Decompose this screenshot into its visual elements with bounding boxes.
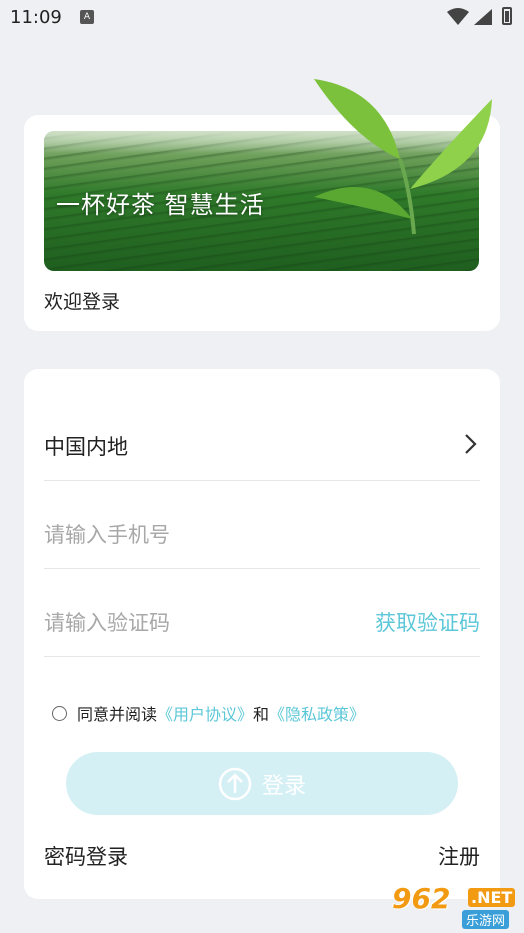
login-label: 登录 (261, 773, 306, 799)
tea-leaf-icon (314, 79, 492, 235)
register-link[interactable]: 注册 (438, 841, 480, 871)
watermark-logo: 962 .NET 乐游网 (386, 882, 518, 929)
region-selector[interactable]: 中国内地 (44, 393, 480, 481)
watermark-number: 962 (392, 882, 451, 915)
wifi-icon (447, 8, 469, 25)
watermark-suffix: .NET (468, 888, 516, 907)
agreement-row: 同意并阅读 《用户协议》 和 《隐私政策》 (52, 702, 365, 724)
code-field[interactable]: 请输入验证码 获取验证码 (44, 569, 480, 657)
status-bar: 11:09 A (0, 0, 524, 36)
status-time: 11:09 (10, 7, 62, 28)
watermark-site: 乐游网 (462, 910, 510, 929)
upload-arrow-icon (218, 767, 252, 800)
agreement-and: 和 (253, 705, 270, 724)
code-input[interactable]: 请输入验证码 (44, 607, 170, 637)
welcome-card: 一杯好茶 智慧生活 欢迎登录 (24, 79, 500, 331)
agreement-prefix: 同意并阅读 (77, 705, 158, 724)
login-card: 中国内地 请输入手机号 请输入验证码 获取验证码 同意并阅读 《用户协议》 和 … (24, 369, 500, 899)
password-login-link[interactable]: 密码登录 (44, 841, 128, 871)
phone-field[interactable]: 请输入手机号 (44, 481, 480, 569)
region-label: 中国内地 (44, 435, 128, 459)
privacy-policy-link[interactable]: 《隐私政策》 (269, 701, 365, 725)
agree-radio[interactable] (52, 705, 67, 721)
welcome-title: 欢迎登录 (44, 291, 121, 313)
login-button[interactable]: 登录 (66, 752, 458, 815)
sim-icon: A (80, 10, 94, 24)
user-agreement-link[interactable]: 《用户协议》 (157, 701, 253, 725)
get-code-button[interactable]: 获取验证码 (375, 607, 480, 637)
banner-slogan: 一杯好茶 智慧生活 (56, 191, 265, 219)
battery-icon (502, 7, 512, 25)
chevron-right-icon (465, 434, 477, 454)
phone-input[interactable]: 请输入手机号 (44, 519, 170, 549)
signal-icon (474, 9, 492, 25)
